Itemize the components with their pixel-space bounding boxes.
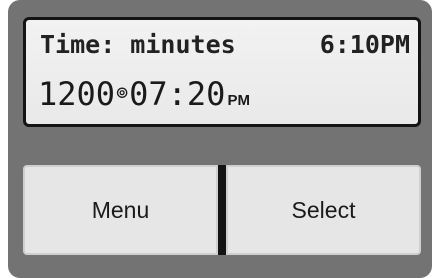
alarm-spiral-icon: ⊚	[116, 80, 129, 104]
alarm-prefix: 1200	[38, 75, 116, 113]
button-bar: Menu Select	[23, 165, 421, 255]
menu-button[interactable]: Menu	[23, 165, 218, 255]
alarm-line: 1200 ⊚ 07:20 PM	[38, 75, 250, 113]
button-divider	[218, 165, 226, 255]
alarm-time: 07:20	[129, 75, 226, 113]
select-button[interactable]: Select	[226, 165, 421, 255]
lcd-screen: Time: minutes 6:10PM 1200 ⊚ 07:20 PM	[23, 17, 421, 127]
device-panel: Time: minutes 6:10PM 1200 ⊚ 07:20 PM Men…	[8, 0, 432, 278]
alarm-ampm: PM	[227, 92, 250, 109]
current-time: 6:10PM	[319, 30, 410, 59]
mode-label: Time: minutes	[40, 30, 236, 59]
